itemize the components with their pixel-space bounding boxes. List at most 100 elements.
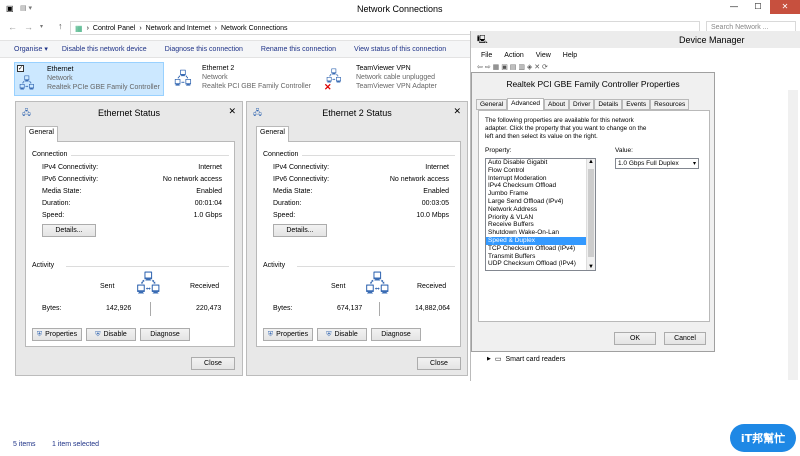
property-list-item[interactable]: TCP Checksum Offload (IPv4) bbox=[486, 245, 586, 253]
smart-card-icon: ▭ bbox=[494, 356, 502, 363]
ok-button[interactable]: OK bbox=[614, 332, 656, 345]
back-icon[interactable]: ⇦ bbox=[477, 64, 483, 71]
general-panel: Connection IPv4 Connectivity: Internet IP… bbox=[25, 141, 235, 347]
organise-menu[interactable]: Organise ▾ bbox=[14, 45, 48, 53]
status-bar: 5 items 1 item selected bbox=[0, 436, 800, 456]
breadcrumb-item[interactable]: Network Connections bbox=[221, 25, 288, 32]
close-button[interactable]: Close bbox=[191, 357, 235, 370]
scroll-down-icon[interactable]: ▼ bbox=[588, 264, 594, 270]
menu-help[interactable]: Help bbox=[563, 52, 577, 59]
properties-button[interactable]: ⛨ Properties bbox=[263, 328, 313, 341]
property-list-item[interactable]: Shutdown Wake-On-Lan bbox=[486, 229, 586, 237]
close-icon[interactable]: ✕ bbox=[228, 106, 236, 117]
rename-button[interactable]: Rename this connection bbox=[261, 46, 336, 53]
menu-view[interactable]: View bbox=[536, 52, 551, 59]
property-list-item[interactable]: Transmit Buffers bbox=[486, 253, 586, 261]
tab-events[interactable]: Events bbox=[622, 99, 651, 110]
menu-file[interactable]: File bbox=[481, 52, 492, 59]
properties-title: Realtek PCI GBE Family Controller Proper… bbox=[506, 79, 680, 89]
property-list-item[interactable]: Jumbo Frame bbox=[486, 190, 586, 198]
properties-tabs: General Advanced About Driver Details Ev… bbox=[476, 98, 690, 111]
close-icon[interactable]: ✕ bbox=[453, 106, 461, 117]
adapter-item[interactable]: ✓ 🖧 Ethernet Network Realtek PCIe GBE Fa… bbox=[14, 62, 164, 96]
devmgr-scrollbar[interactable] bbox=[788, 90, 798, 380]
scroll-up-icon[interactable]: ▲ bbox=[588, 159, 594, 165]
tree-item[interactable]: ▶ ▭ Smart card readers bbox=[487, 355, 565, 364]
sent-label: Sent bbox=[100, 283, 115, 290]
disconnected-x-icon: ✕ bbox=[324, 82, 332, 92]
diagnose-button[interactable]: Diagnose bbox=[371, 328, 421, 341]
close-button[interactable]: Close bbox=[417, 357, 461, 370]
property-list-item[interactable]: Large Send Offload (IPv4) bbox=[486, 198, 586, 206]
property-label: Property: bbox=[485, 147, 512, 154]
property-list-item[interactable]: Network Address bbox=[486, 206, 586, 214]
property-list: Auto Disable Gigabit Flow Control Interrup… bbox=[486, 159, 586, 268]
close-window-button[interactable]: ✕ bbox=[770, 0, 800, 14]
disable-button[interactable]: ⛨ Disable bbox=[86, 328, 136, 341]
ethernet2-status-dialog: 🖧 Ethernet 2 Status ✕ General Connection… bbox=[246, 101, 468, 376]
adapter-device: Realtek PCIe GBE Family Controller bbox=[47, 84, 160, 91]
back-icon[interactable]: ← bbox=[8, 22, 17, 32]
network-adapter-icon: 🖧 bbox=[19, 75, 35, 91]
bytes-sent: 674,137 bbox=[337, 305, 363, 312]
cancel-button[interactable]: Cancel bbox=[664, 332, 706, 345]
forward-icon[interactable]: → bbox=[24, 22, 33, 32]
ipv6-row: IPv6 Connectivity: No network access bbox=[273, 176, 449, 183]
details-button[interactable]: Details... bbox=[42, 224, 96, 237]
menu-action[interactable]: Action bbox=[504, 52, 523, 59]
speed-row: Speed: 10.0 Mbps bbox=[273, 212, 449, 219]
adapter-item[interactable]: 🖧 Ethernet 2 Network Realtek PCI GBE Fam… bbox=[170, 62, 320, 96]
property-list-item[interactable]: Flow Control bbox=[486, 167, 586, 175]
adapter-name: Ethernet bbox=[47, 66, 74, 73]
property-list-item[interactable]: Receive Buffers bbox=[486, 221, 586, 229]
breadcrumb-item[interactable]: Control Panel bbox=[93, 25, 135, 32]
property-list-item[interactable]: Speed & Duplex bbox=[486, 236, 586, 245]
sent-label: Sent bbox=[331, 283, 346, 290]
forward-icon[interactable]: ⇨ bbox=[485, 64, 491, 71]
value-select[interactable]: 1.0 Gbps Full Duplex ▾ bbox=[615, 158, 699, 169]
details-button[interactable]: Details... bbox=[273, 224, 327, 237]
property-list-item[interactable]: IPv4 Checksum Offload bbox=[486, 182, 586, 190]
shield-icon: ⛨ bbox=[326, 330, 332, 338]
disable-device-button[interactable]: Disable this network device bbox=[62, 46, 147, 53]
breadcrumb-sep: › bbox=[86, 24, 89, 32]
up-icon[interactable]: ↑ bbox=[58, 21, 63, 31]
properties-button[interactable]: ⛨ Properties bbox=[32, 328, 82, 341]
recent-dropdown-icon[interactable]: ▾ bbox=[40, 23, 43, 30]
toolbar-icons[interactable]: ▦ ▣ ▤ ▥ ◈ ✕ ⟳ bbox=[493, 64, 548, 71]
tab-about[interactable]: About bbox=[544, 99, 570, 110]
computers-activity-icon: 🖧 bbox=[365, 271, 390, 296]
minimize-button[interactable]: — bbox=[722, 0, 746, 14]
advanced-description: The following properties are available f… bbox=[485, 117, 647, 140]
diagnose-button[interactable]: Diagnose bbox=[140, 328, 190, 341]
tab-general[interactable]: General bbox=[476, 99, 508, 110]
property-list-item[interactable]: UDP Checksum Offload (IPv4) bbox=[486, 260, 586, 268]
property-list-item[interactable]: Auto Disable Gigabit bbox=[486, 159, 586, 167]
quick-access-icons: ▤ ▾ bbox=[20, 5, 33, 12]
tab-general[interactable]: General bbox=[25, 126, 58, 142]
devmgr-title: Device Manager bbox=[679, 35, 745, 45]
breadcrumb-item[interactable]: Network and Internet bbox=[146, 25, 211, 32]
listbox-scrollbar[interactable]: ▲ ▼ bbox=[586, 159, 595, 270]
connection-label: Connection bbox=[32, 151, 68, 158]
tab-details[interactable]: Details bbox=[594, 99, 623, 110]
tab-resources[interactable]: Resources bbox=[650, 99, 690, 110]
shield-icon: ⛨ bbox=[267, 330, 274, 338]
maximize-button[interactable]: ☐ bbox=[746, 0, 770, 14]
tab-general[interactable]: General bbox=[256, 126, 289, 142]
view-status-button[interactable]: View status of this connection bbox=[354, 46, 446, 53]
disable-button[interactable]: ⛨ Disable bbox=[317, 328, 367, 341]
checkbox-icon[interactable]: ✓ bbox=[17, 65, 24, 72]
property-list-item[interactable]: Priority & VLAN bbox=[486, 214, 586, 222]
property-listbox[interactable]: Auto Disable Gigabit Flow Control Interrup… bbox=[485, 158, 596, 271]
expand-arrow-icon[interactable]: ▶ bbox=[487, 356, 491, 362]
adapter-item[interactable]: 🖧 ✕ TeamViewer VPN Network cable unplugg… bbox=[324, 62, 474, 96]
tab-driver[interactable]: Driver bbox=[569, 99, 595, 110]
diagnose-button[interactable]: Diagnose this connection bbox=[165, 46, 243, 53]
received-label: Received bbox=[190, 283, 220, 290]
dialog-title: Ethernet Status bbox=[97, 108, 161, 118]
scroll-thumb[interactable] bbox=[588, 169, 594, 257]
property-list-item[interactable]: Interrupt Moderation bbox=[486, 175, 586, 183]
received-label: Received bbox=[417, 283, 447, 290]
connection-label: Connection bbox=[263, 151, 299, 158]
